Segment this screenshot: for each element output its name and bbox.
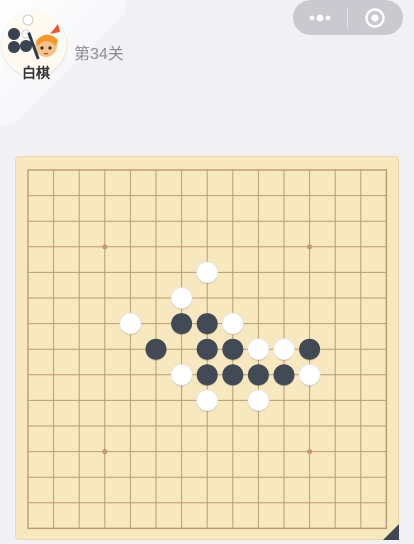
white-stone[interactable] xyxy=(221,312,244,335)
more-dots-icon xyxy=(309,14,331,21)
gomoku-board[interactable] xyxy=(15,156,399,540)
white-stone[interactable] xyxy=(273,338,295,361)
black-stone[interactable] xyxy=(171,313,193,335)
white-stone[interactable] xyxy=(170,287,193,309)
star-point xyxy=(307,449,313,455)
white-stone[interactable] xyxy=(298,363,321,386)
star-point xyxy=(102,449,108,455)
white-stone[interactable] xyxy=(170,363,193,386)
level-title: 第34关 xyxy=(74,46,124,63)
star-point xyxy=(307,244,313,250)
white-stone[interactable] xyxy=(247,389,270,412)
black-stone[interactable] xyxy=(222,364,244,386)
black-stone[interactable] xyxy=(222,338,244,360)
black-stone[interactable] xyxy=(196,313,218,335)
close-target-icon xyxy=(365,7,385,28)
white-stone[interactable] xyxy=(247,338,270,361)
black-stone[interactable] xyxy=(273,364,295,386)
white-stone[interactable] xyxy=(196,261,219,284)
close-button[interactable] xyxy=(348,0,402,35)
player-color-label: 白棋 xyxy=(22,65,50,81)
star-point xyxy=(102,244,108,250)
white-stone[interactable] xyxy=(119,312,142,335)
black-stone[interactable] xyxy=(299,338,321,360)
miniprogram-capsule xyxy=(293,0,403,35)
black-stone[interactable] xyxy=(196,364,218,386)
black-stone[interactable] xyxy=(196,338,218,360)
board-corner-mark xyxy=(383,524,399,540)
white-stone[interactable] xyxy=(196,389,219,412)
black-stone[interactable] xyxy=(247,364,269,386)
board-canvas[interactable] xyxy=(15,156,399,540)
black-stone[interactable] xyxy=(145,338,167,360)
more-button[interactable] xyxy=(293,0,347,35)
